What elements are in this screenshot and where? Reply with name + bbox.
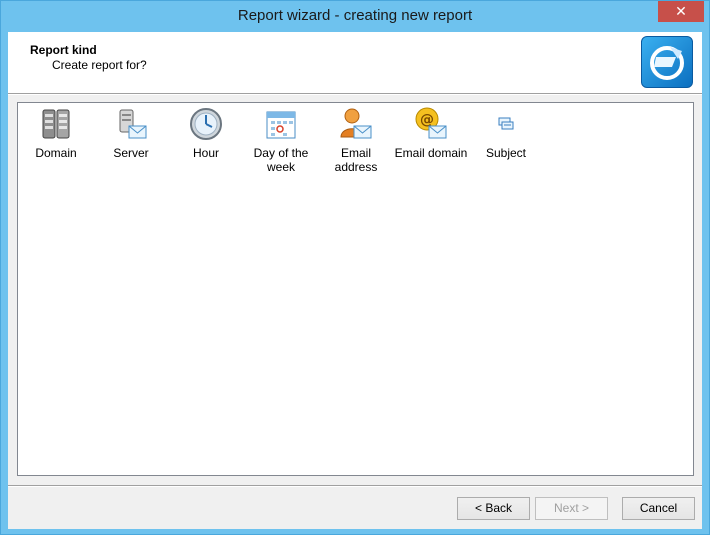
- next-button[interactable]: Next >: [535, 497, 608, 520]
- user-mail-icon: [339, 107, 373, 141]
- wizard-window: Report wizard - creating new report ✕ Re…: [0, 0, 710, 535]
- report-kind-label: Hour: [192, 146, 219, 160]
- report-kind-subject[interactable]: Subject: [468, 107, 544, 160]
- footer-separator: [8, 485, 702, 487]
- header-separator: [8, 94, 702, 95]
- report-kind-server[interactable]: Server: [93, 107, 169, 160]
- report-kind-label: Subject: [485, 146, 527, 160]
- calendar-icon: [264, 107, 298, 141]
- app-logo-icon: [641, 36, 693, 88]
- report-kind-label: Server: [113, 146, 149, 160]
- window-title: Report wizard - creating new report: [237, 7, 473, 24]
- server-mail-icon: [114, 107, 148, 141]
- report-kind-day-of-week[interactable]: Day of the week: [243, 107, 319, 174]
- cancel-button[interactable]: Cancel: [622, 497, 695, 520]
- subject-icon: [489, 107, 523, 141]
- page-subtitle: Create report for?: [52, 58, 147, 72]
- close-icon: ✕: [675, 3, 687, 19]
- clock-icon: [189, 107, 223, 141]
- report-kind-email-domain[interactable]: @ Email domain: [393, 107, 469, 160]
- wizard-body: Report kind Create report for? Domain Se…: [8, 32, 702, 529]
- report-kind-label: Domain: [35, 146, 77, 160]
- at-mail-icon: @: [414, 107, 448, 141]
- report-kind-label: Email domain: [394, 146, 468, 160]
- report-kind-label: Day of the week: [253, 146, 309, 174]
- report-kind-list[interactable]: Domain Server Hour Day of the week Email…: [17, 102, 694, 476]
- close-button[interactable]: ✕: [658, 1, 704, 22]
- server-stack-icon: [39, 107, 73, 141]
- wizard-header: Report kind Create report for?: [8, 32, 702, 94]
- title-bar[interactable]: Report wizard - creating new report ✕: [1, 1, 709, 32]
- report-kind-hour[interactable]: Hour: [168, 107, 244, 160]
- page-title: Report kind: [30, 43, 97, 57]
- back-button[interactable]: < Back: [457, 497, 530, 520]
- report-kind-label: Email address: [334, 146, 378, 174]
- report-kind-domain[interactable]: Domain: [18, 107, 94, 160]
- report-kind-email-address[interactable]: Email address: [318, 107, 394, 174]
